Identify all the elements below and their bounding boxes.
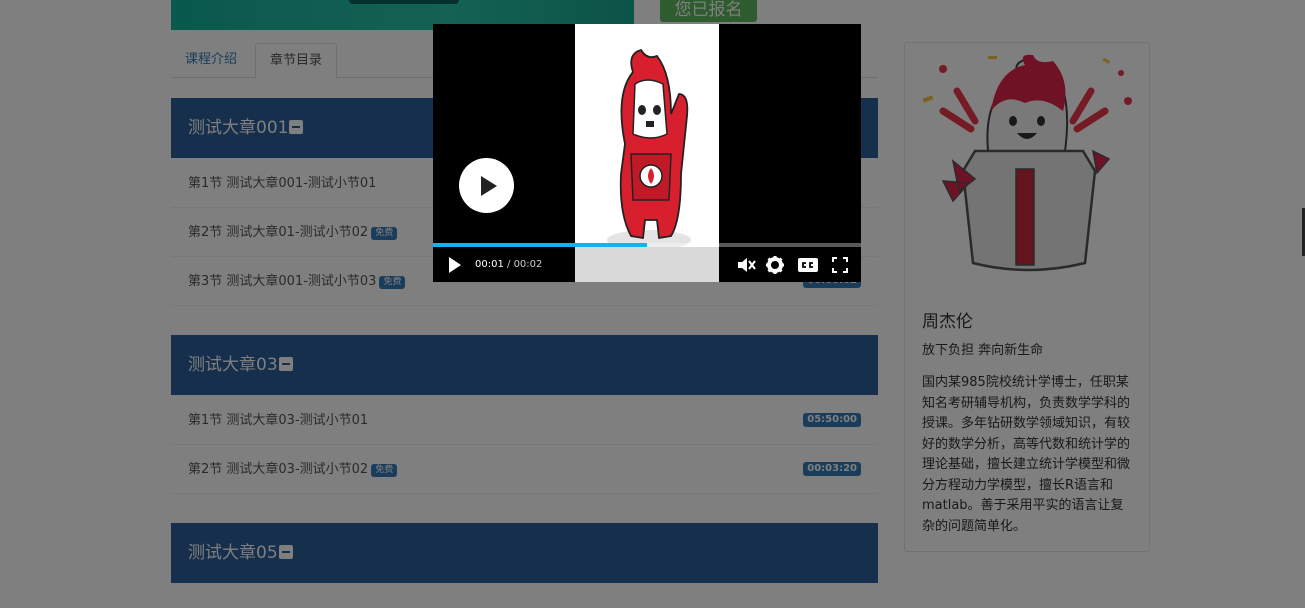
captions-icon[interactable] [795, 247, 821, 282]
current-time: 00:01 [475, 259, 504, 270]
video-frame-strip [575, 247, 719, 282]
time-display: 00:01 / 00:02 [475, 247, 542, 282]
player-controls: 00:01 / 00:02 [433, 247, 861, 282]
time-separator: / [503, 259, 514, 270]
big-play-button[interactable] [459, 158, 514, 213]
settings-gear-icon[interactable] [763, 247, 787, 282]
fullscreen-icon[interactable] [829, 247, 851, 282]
play-icon[interactable] [445, 247, 465, 282]
video-player[interactable]: 00:01 / 00:02 [433, 24, 861, 282]
total-duration: 00:02 [513, 259, 543, 270]
volume-muted-icon[interactable] [735, 247, 759, 282]
